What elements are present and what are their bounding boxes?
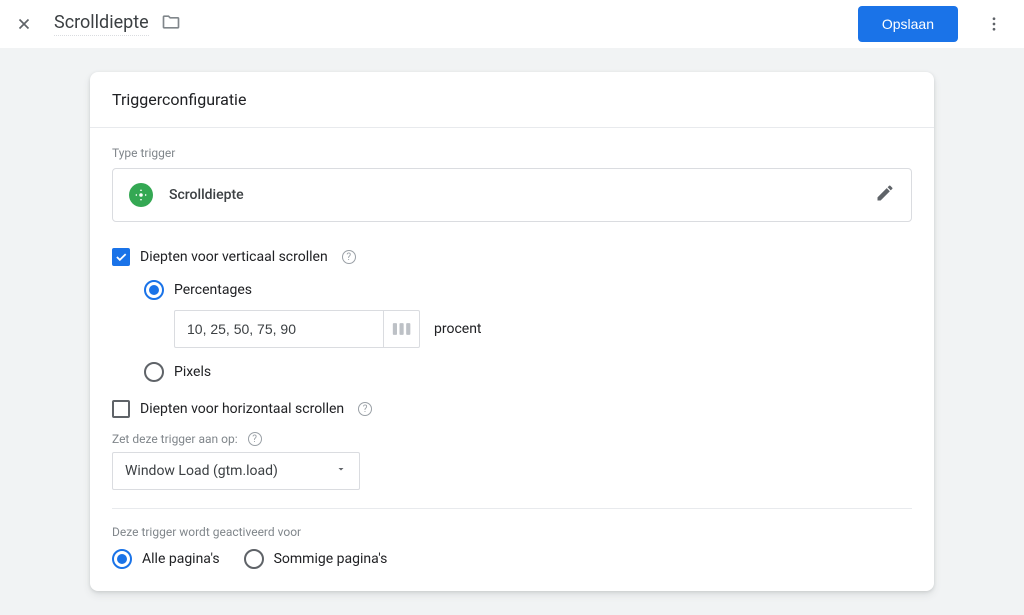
folder-icon[interactable]	[161, 12, 181, 36]
pixels-radio-row: Pixels	[144, 362, 912, 382]
more-menu-icon[interactable]	[976, 6, 1012, 42]
help-icon[interactable]: ?	[248, 432, 262, 446]
variable-picker-icon[interactable]	[384, 310, 420, 348]
page-title[interactable]: Scrolldiepte	[54, 12, 149, 36]
help-icon[interactable]: ?	[342, 250, 356, 264]
all-pages-label: Alle pagina's	[142, 551, 220, 567]
percentages-radio-row: Percentages	[144, 280, 912, 300]
some-pages-label: Sommige pagina's	[274, 551, 388, 567]
enable-on-value: Window Load (gtm.load)	[125, 463, 278, 479]
vertical-scroll-checkbox[interactable]	[112, 248, 130, 266]
title-wrap: Scrolldiepte	[54, 12, 181, 36]
vertical-scroll-checkbox-row: Diepten voor verticaal scrollen ?	[112, 248, 912, 266]
pixels-radio[interactable]	[144, 362, 164, 382]
all-pages-radio[interactable]	[112, 549, 132, 569]
chevron-down-icon	[335, 463, 347, 479]
scroll-depth-icon	[129, 183, 153, 207]
some-pages-radio[interactable]	[244, 549, 264, 569]
help-icon[interactable]: ?	[358, 402, 372, 416]
vertical-scroll-label: Diepten voor verticaal scrollen	[140, 249, 328, 265]
all-pages-radio-row: Alle pagina's	[112, 549, 220, 569]
percentages-input[interactable]	[174, 310, 384, 348]
topbar: Scrolldiepte Opslaan	[0, 0, 1024, 48]
pixels-label: Pixels	[174, 364, 211, 380]
horizontal-scroll-label: Diepten voor horizontaal scrollen	[140, 401, 344, 417]
card-title: Triggerconfiguratie	[90, 72, 934, 128]
enable-on-label: Zet deze trigger aan op:	[112, 432, 238, 446]
edit-icon[interactable]	[875, 183, 895, 207]
enable-on-label-row: Zet deze trigger aan op: ?	[112, 432, 912, 446]
trigger-type-selector[interactable]: Scrolldiepte	[112, 168, 912, 222]
enable-on-select[interactable]: Window Load (gtm.load)	[112, 452, 360, 490]
percent-unit: procent	[434, 321, 482, 337]
some-pages-radio-row: Sommige pagina's	[244, 549, 388, 569]
horizontal-scroll-checkbox[interactable]	[112, 400, 130, 418]
config-card: Triggerconfiguratie Type trigger Scrolld…	[90, 72, 934, 591]
save-button[interactable]: Opslaan	[858, 6, 958, 42]
close-icon[interactable]	[12, 12, 36, 36]
activation-label: Deze trigger wordt geactiveerd voor	[112, 525, 912, 539]
type-trigger-label: Type trigger	[112, 146, 912, 160]
percentages-radio[interactable]	[144, 280, 164, 300]
horizontal-scroll-checkbox-row: Diepten voor horizontaal scrollen ?	[112, 400, 912, 418]
percentages-label: Percentages	[174, 282, 252, 298]
trigger-type-name: Scrolldiepte	[169, 187, 244, 203]
